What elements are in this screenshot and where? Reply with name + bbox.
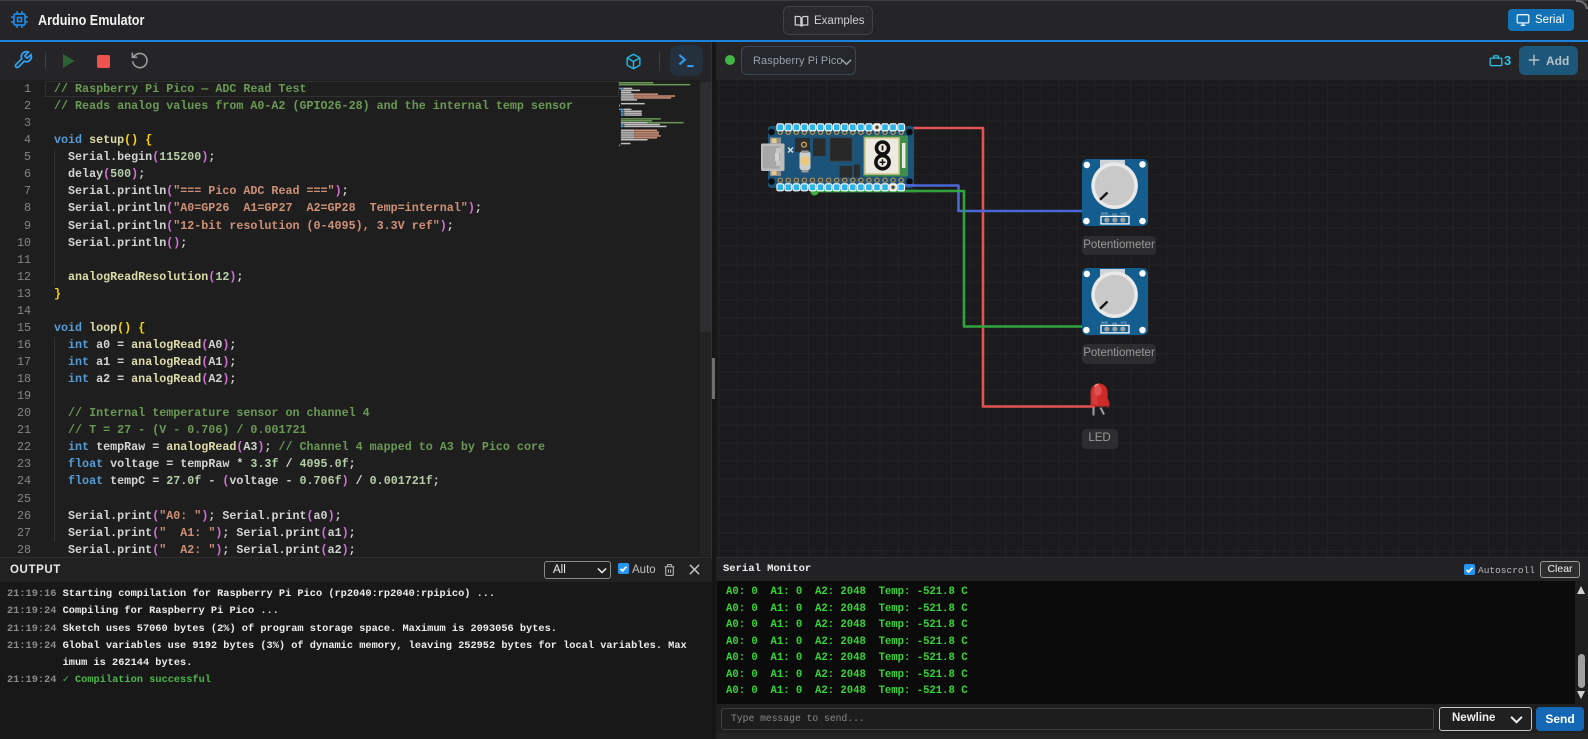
svg-text:GND: GND xyxy=(1101,211,1109,215)
svg-text:VCC: VCC xyxy=(1121,211,1128,215)
svg-text:GND: GND xyxy=(1101,320,1109,324)
svg-text:VCC: VCC xyxy=(1121,320,1128,324)
